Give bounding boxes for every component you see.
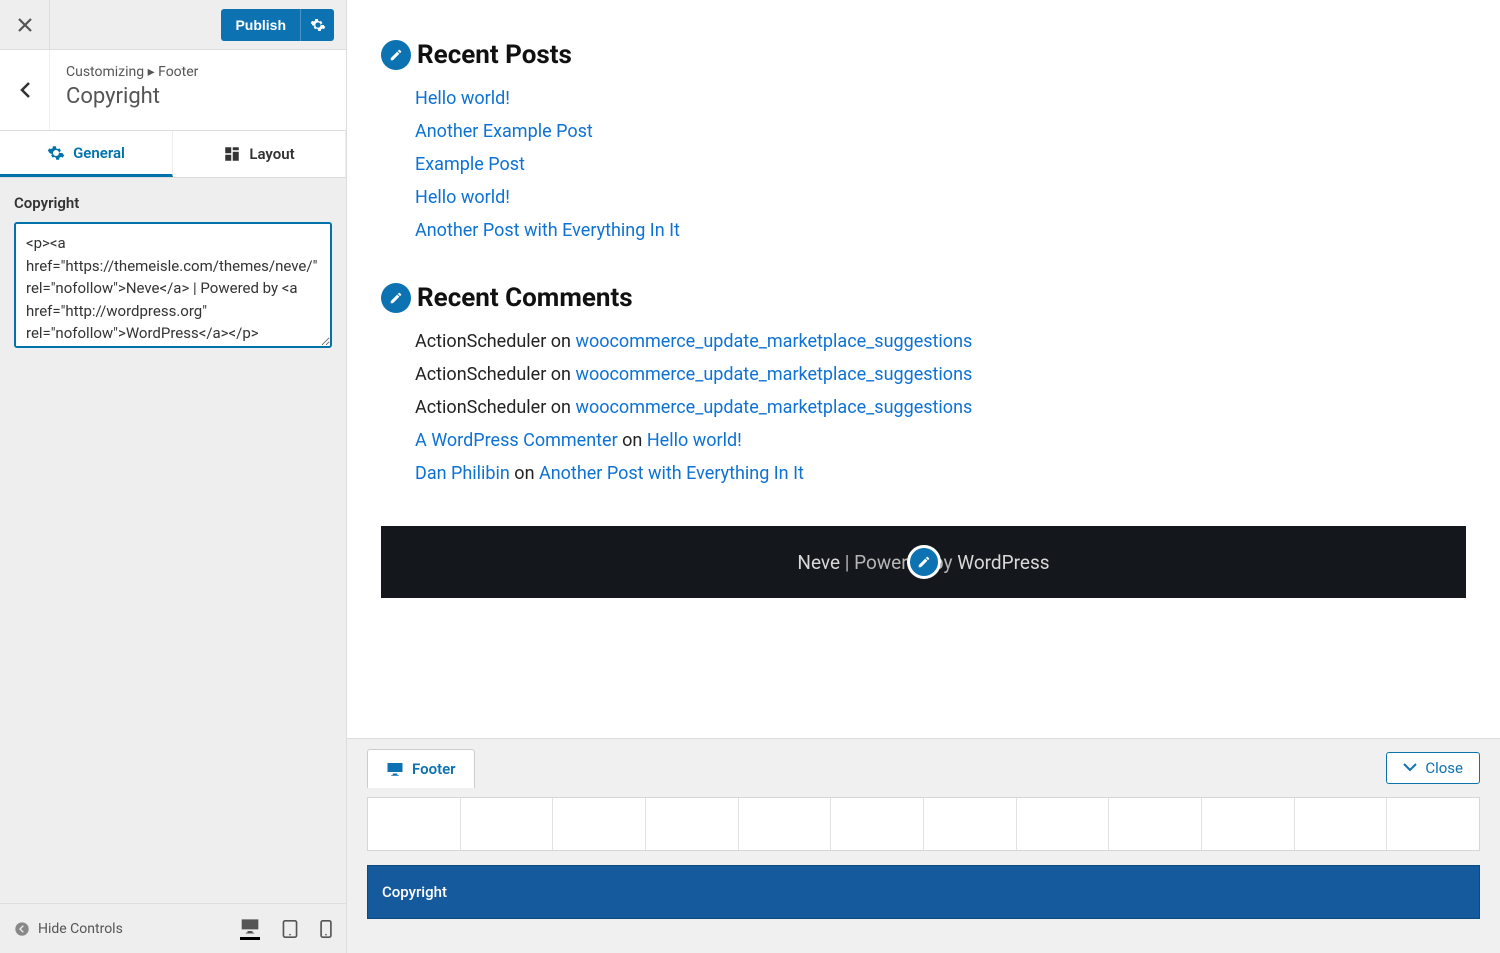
- builder-cell[interactable]: [368, 798, 461, 850]
- comment-author: ActionScheduler: [415, 364, 546, 385]
- builder-cell[interactable]: [739, 798, 832, 850]
- desktop-icon: [386, 761, 404, 777]
- comment-target-link[interactable]: Another Post with Everything In It: [539, 463, 804, 484]
- edit-recent-posts-button[interactable]: [381, 40, 411, 70]
- list-item: ActionScheduler on woocommerce_update_ma…: [415, 397, 1466, 418]
- comment-author-link[interactable]: Dan Philibin: [415, 463, 510, 484]
- builder-cell[interactable]: [1017, 798, 1110, 850]
- post-link[interactable]: Hello world!: [415, 88, 510, 109]
- comment-on-text: on: [546, 364, 575, 385]
- copyright-label: Copyright: [14, 194, 332, 212]
- post-link[interactable]: Hello world!: [415, 187, 510, 208]
- edit-footer-button[interactable]: [907, 545, 941, 579]
- tablet-icon: [282, 920, 298, 938]
- breadcrumb: Customizing ▸ Footer Copyright: [0, 50, 346, 131]
- comment-on-text: on: [546, 331, 575, 352]
- copyright-section: Copyright: [0, 178, 346, 368]
- builder-cell[interactable]: [1202, 798, 1295, 850]
- close-customizer-button[interactable]: [0, 0, 50, 50]
- list-item: ActionScheduler on woocommerce_update_ma…: [415, 364, 1466, 385]
- sidebar-footer: Hide Controls: [0, 903, 346, 953]
- list-item: Another Post with Everything In It: [415, 220, 1466, 241]
- pencil-icon: [917, 555, 931, 569]
- device-desktop-button[interactable]: [240, 917, 260, 940]
- close-icon: [18, 18, 32, 32]
- tab-layout[interactable]: Layout: [173, 131, 346, 177]
- list-item: Hello world!: [415, 187, 1466, 208]
- preview-pane: Recent Posts Hello world! Another Example…: [347, 0, 1500, 953]
- publish-group: Publish: [221, 9, 334, 41]
- post-link[interactable]: Another Example Post: [415, 121, 593, 142]
- site-footer: Neve | Powered by WordPress: [381, 526, 1466, 598]
- list-item: Example Post: [415, 154, 1466, 175]
- comment-author-link[interactable]: A WordPress Commenter: [415, 430, 618, 451]
- copyright-textarea[interactable]: [14, 222, 332, 348]
- recent-comments-list: ActionScheduler on woocommerce_update_ma…: [381, 331, 1466, 484]
- footer-link-theme[interactable]: Neve: [797, 551, 840, 574]
- builder-cell[interactable]: [1109, 798, 1202, 850]
- layout-icon: [223, 145, 241, 163]
- list-item: Hello world!: [415, 88, 1466, 109]
- back-button[interactable]: [0, 50, 50, 130]
- builder-tab-footer[interactable]: Footer: [367, 749, 475, 788]
- recent-comments-heading: Recent Comments: [381, 283, 1466, 313]
- builder-cell[interactable]: [553, 798, 646, 850]
- mobile-icon: [320, 920, 332, 938]
- list-item: A WordPress Commenter on Hello world!: [415, 430, 1466, 451]
- builder-row-top[interactable]: [367, 797, 1480, 851]
- footer-builder-panel: Footer Close Copyright: [347, 738, 1500, 953]
- comment-target-link[interactable]: Hello world!: [647, 430, 742, 451]
- comment-target-link[interactable]: woocommerce_update_marketplace_suggestio…: [575, 397, 972, 418]
- comment-author: ActionScheduler: [415, 331, 546, 352]
- section-tabs: General Layout: [0, 131, 346, 178]
- comment-on-text: on: [546, 397, 575, 418]
- recent-posts-list: Hello world! Another Example Post Example …: [381, 88, 1466, 241]
- tab-general[interactable]: General: [0, 131, 173, 177]
- comment-author: ActionScheduler: [415, 397, 546, 418]
- pencil-icon: [389, 48, 403, 62]
- section-heading: Copyright: [66, 84, 198, 109]
- comment-target-link[interactable]: woocommerce_update_marketplace_suggestio…: [575, 331, 972, 352]
- gear-icon: [310, 17, 326, 33]
- publish-button[interactable]: Publish: [221, 9, 300, 41]
- gear-icon: [47, 144, 65, 162]
- builder-row-label: Copyright: [374, 872, 447, 912]
- builder-cell[interactable]: [1295, 798, 1388, 850]
- publish-settings-button[interactable]: [300, 9, 334, 41]
- list-item: Dan Philibin on Another Post with Everyt…: [415, 463, 1466, 484]
- comment-on-text: on: [618, 430, 647, 451]
- chevron-down-icon: [1403, 763, 1417, 773]
- builder-cell[interactable]: [461, 798, 554, 850]
- list-item: ActionScheduler on woocommerce_update_ma…: [415, 331, 1466, 352]
- device-mobile-button[interactable]: [320, 917, 332, 940]
- customizer-sidebar: Publish Customizing ▸ Footer Copyright G…: [0, 0, 347, 953]
- builder-row-copyright[interactable]: Copyright: [367, 865, 1480, 919]
- device-preview-toggle: [240, 917, 332, 940]
- close-builder-button[interactable]: Close: [1386, 752, 1480, 784]
- builder-cell[interactable]: [924, 798, 1017, 850]
- edit-recent-comments-button[interactable]: [381, 283, 411, 313]
- builder-cell[interactable]: [1387, 798, 1479, 850]
- sidebar-header: Publish: [0, 0, 346, 50]
- post-link[interactable]: Example Post: [415, 154, 525, 175]
- comment-target-link[interactable]: woocommerce_update_marketplace_suggestio…: [575, 364, 972, 385]
- footer-link-wordpress[interactable]: WordPress: [957, 551, 1049, 574]
- comment-on-text: on: [510, 463, 539, 484]
- builder-cell[interactable]: [831, 798, 924, 850]
- chevron-left-circle-icon: [14, 921, 30, 937]
- breadcrumb-path: Customizing ▸ Footer: [66, 64, 198, 80]
- hide-controls-button[interactable]: Hide Controls: [14, 921, 123, 937]
- desktop-icon: [240, 917, 260, 935]
- recent-posts-heading: Recent Posts: [381, 40, 1466, 70]
- preview-page: Recent Posts Hello world! Another Example…: [347, 0, 1500, 738]
- list-item: Another Example Post: [415, 121, 1466, 142]
- chevron-left-icon: [19, 81, 31, 99]
- pencil-icon: [389, 291, 403, 305]
- builder-cell[interactable]: [646, 798, 739, 850]
- device-tablet-button[interactable]: [282, 917, 298, 940]
- post-link[interactable]: Another Post with Everything In It: [415, 220, 680, 241]
